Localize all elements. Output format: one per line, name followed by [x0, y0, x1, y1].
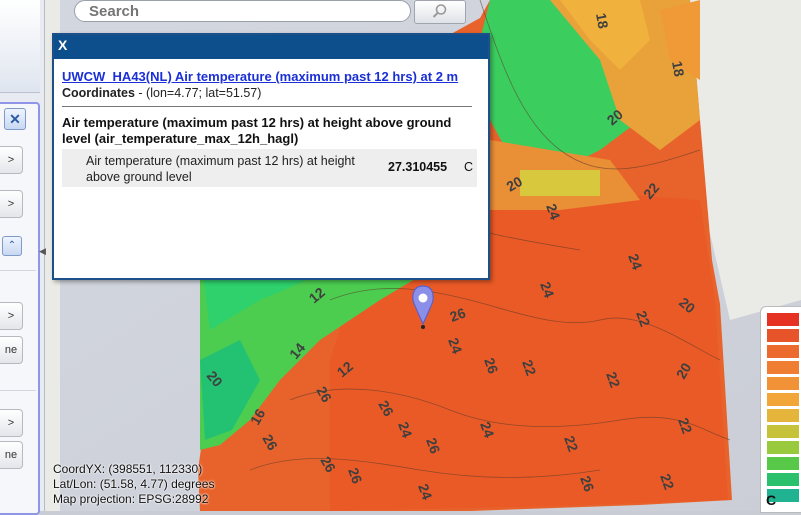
- divider: [0, 270, 36, 271]
- chevron-left-icon: ◀: [39, 246, 46, 256]
- value-number: 27.310455: [388, 160, 448, 174]
- expand-button[interactable]: >: [0, 302, 23, 330]
- coord-yx: CoordYX: (398551, 112330): [53, 462, 203, 476]
- value-unit: C: [464, 160, 474, 174]
- feature-info-popup: X UWCW_HA43(NL) Air temperature (maximum…: [52, 33, 490, 280]
- search-button[interactable]: [414, 0, 466, 24]
- truncated-label: ne: [4, 344, 18, 356]
- legend-swatch: [767, 313, 799, 326]
- coordinates-value: - (lon=4.77; lat=51.57): [134, 86, 262, 100]
- search-icon: [432, 4, 447, 18]
- legend-swatches: [767, 313, 799, 505]
- legend-unit: C: [766, 492, 777, 508]
- legend-swatch: [767, 441, 799, 454]
- truncated-button[interactable]: ne: [0, 441, 23, 469]
- expand-button[interactable]: >: [0, 409, 23, 437]
- coordinate-readout: CoordYX: (398551, 112330) Lat/Lon: (51.5…: [53, 462, 214, 507]
- expand-button[interactable]: >: [0, 190, 23, 218]
- legend-swatch: [767, 377, 799, 390]
- legend-swatch: [767, 393, 799, 406]
- contour-label: 18: [593, 12, 611, 30]
- legend-swatch: [767, 329, 799, 342]
- panel-splitter[interactable]: ◀: [38, 230, 46, 274]
- popup-close-button[interactable]: X: [58, 37, 67, 53]
- expand-button[interactable]: >: [0, 146, 23, 174]
- truncated-label: ne: [4, 449, 18, 461]
- legend-swatch: [767, 409, 799, 422]
- collapse-up-icon[interactable]: ⌃: [2, 236, 22, 256]
- legend-swatch: [767, 473, 799, 486]
- legend-swatch: [767, 345, 799, 358]
- lat-lon: Lat/Lon: (51.58, 4.77) degrees: [53, 477, 215, 491]
- legend-swatch: [767, 457, 799, 470]
- layer-link[interactable]: UWCW_HA43(NL) Air temperature (maximum p…: [62, 69, 482, 84]
- map-projection: Map projection: EPSG:28992: [53, 492, 209, 506]
- legend-swatch: [767, 425, 799, 438]
- divider: [62, 106, 472, 107]
- popup-body: UWCW_HA43(NL) Air temperature (maximum p…: [62, 69, 482, 269]
- color-legend: C: [760, 306, 801, 513]
- value-row: Air temperature (maximum past 12 hrs) at…: [62, 149, 477, 187]
- legend-swatch: [767, 361, 799, 374]
- parameter-title: Air temperature (maximum past 12 hrs) at…: [62, 115, 452, 146]
- sidebar-header: [0, 0, 40, 93]
- search-input[interactable]: [74, 0, 411, 22]
- coordinates-line: Coordinates - (lon=4.77; lat=51.57): [62, 86, 482, 100]
- contour-label: 18: [669, 60, 687, 78]
- coordinates-label: Coordinates: [62, 86, 135, 100]
- value-description: Air temperature (maximum past 12 hrs) at…: [86, 154, 355, 184]
- close-icon[interactable]: ✕: [4, 108, 26, 130]
- truncated-button[interactable]: ne: [0, 336, 23, 364]
- popup-titlebar: X: [54, 35, 488, 59]
- divider: [0, 390, 36, 391]
